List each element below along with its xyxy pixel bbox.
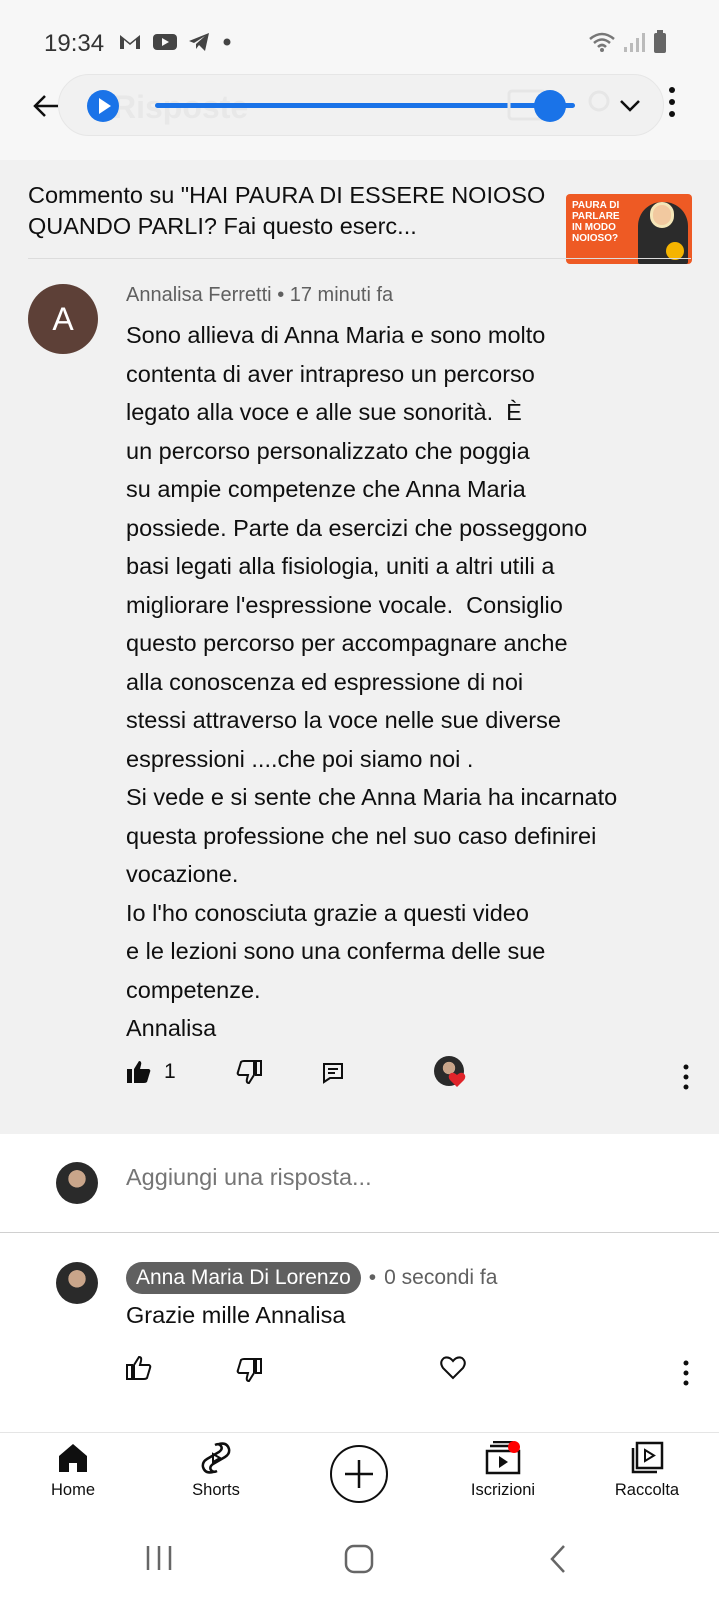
nav-shorts[interactable]: Shorts xyxy=(161,1441,271,1500)
avatar xyxy=(56,1162,98,1204)
comment-context[interactable]: Commento su "HAI PAURA DI ESSERE NOIOSO … xyxy=(28,180,692,264)
divider xyxy=(0,1232,719,1233)
nav-subscriptions[interactable]: Iscrizioni xyxy=(448,1441,558,1500)
nav-library[interactable]: Raccolta xyxy=(592,1441,702,1500)
shorts-icon xyxy=(201,1442,231,1474)
reply-meta: Anna Maria Di Lorenzo • 0 secondi fa xyxy=(126,1262,497,1294)
more-vert-icon[interactable] xyxy=(683,1064,689,1090)
thumb-up-filled-icon xyxy=(127,1061,151,1083)
home-icon xyxy=(59,1444,87,1472)
comment-body: Sono allieva di Anna Maria e sono molto … xyxy=(126,322,618,1041)
gmail-icon xyxy=(120,35,140,49)
reply-text: Grazie mille Annalisa xyxy=(126,1302,346,1328)
thumb-up-icon xyxy=(126,1356,152,1380)
library-icon xyxy=(631,1441,664,1474)
chevron-down-icon[interactable] xyxy=(617,93,643,119)
subscriptions-icon xyxy=(485,1441,521,1475)
comment-time: 17 minuti fa xyxy=(289,284,394,306)
progress-thumb[interactable] xyxy=(533,90,566,122)
dot-icon xyxy=(223,38,231,46)
top-app-bar: Risposte xyxy=(0,60,719,160)
divider xyxy=(28,258,691,259)
create-icon xyxy=(345,1460,373,1488)
reply-button[interactable] xyxy=(322,1062,344,1084)
reply-input-row xyxy=(0,1134,719,1234)
comment-actions: 1 xyxy=(0,1056,719,1100)
heart-button[interactable] xyxy=(440,1356,466,1380)
meta-separator: • xyxy=(368,1266,377,1289)
system-navigation-bar xyxy=(0,1522,719,1600)
home-nav-icon[interactable] xyxy=(344,1544,374,1574)
nav-label: Raccolta xyxy=(614,1481,680,1499)
signal-icon xyxy=(624,33,645,52)
comment-author[interactable]: Annalisa Ferretti xyxy=(126,284,272,306)
dislike-button[interactable] xyxy=(236,1358,262,1382)
nav-label: Shorts xyxy=(192,1481,240,1499)
dislike-button[interactable] xyxy=(236,1060,262,1084)
nav-home[interactable]: Home xyxy=(18,1441,128,1500)
heart-filled-icon xyxy=(448,1072,466,1087)
thumb-down-icon xyxy=(236,1060,262,1084)
status-notification-icons xyxy=(118,32,234,52)
like-button[interactable]: 1 xyxy=(126,1060,176,1084)
thumbnail-text: PAURA DI PARLARE IN MODO NOIOSO? xyxy=(572,200,620,244)
reply-input[interactable] xyxy=(126,1164,686,1191)
back-nav-icon[interactable] xyxy=(548,1544,568,1574)
reply-author-chip[interactable]: Anna Maria Di Lorenzo xyxy=(126,1262,361,1294)
creator-heart xyxy=(434,1056,466,1087)
more-vert-icon[interactable] xyxy=(683,1360,689,1386)
nav-label: Iscrizioni xyxy=(470,1481,536,1499)
like-button[interactable] xyxy=(126,1356,152,1380)
thumbnail-head xyxy=(650,202,674,228)
heart-icon xyxy=(440,1356,466,1380)
status-system-icons xyxy=(589,30,667,54)
status-time: 19:34 xyxy=(44,30,105,57)
telegram-icon xyxy=(189,33,209,51)
bottom-navigation: Home Shorts Iscrizioni Raccolta xyxy=(0,1432,719,1522)
thumb-down-icon xyxy=(236,1358,262,1382)
nav-label: Home xyxy=(50,1481,95,1499)
video-thumbnail[interactable]: PAURA DI PARLARE IN MODO NOIOSO? xyxy=(566,194,692,264)
youtube-icon xyxy=(153,34,177,50)
highlighted-comment-area: Commento su "HAI PAURA DI ESSERE NOIOSO … xyxy=(0,160,719,1134)
comment-context-text[interactable]: Commento su "HAI PAURA DI ESSERE NOIOSO … xyxy=(28,180,558,242)
like-count: 1 xyxy=(164,1060,176,1083)
avatar[interactable] xyxy=(56,1262,98,1304)
search-icon[interactable] xyxy=(587,89,617,119)
more-vert-icon[interactable] xyxy=(668,86,676,118)
battery-icon xyxy=(654,30,666,53)
create-button[interactable] xyxy=(330,1445,388,1503)
video-mini-player-bar[interactable]: Risposte xyxy=(58,74,664,136)
reply-actions xyxy=(0,1356,719,1396)
comment-reply-icon xyxy=(323,1063,343,1084)
recent-apps-icon[interactable] xyxy=(144,1544,174,1572)
comment-meta: Annalisa Ferretti • 17 minuti fa xyxy=(126,284,393,307)
reply-time: 0 secondi fa xyxy=(384,1266,498,1289)
arrow-back-icon xyxy=(33,95,58,117)
avatar[interactable]: A xyxy=(28,284,98,354)
wifi-icon xyxy=(589,32,615,52)
meta-separator: • xyxy=(277,284,290,306)
play-icon[interactable] xyxy=(87,90,119,122)
